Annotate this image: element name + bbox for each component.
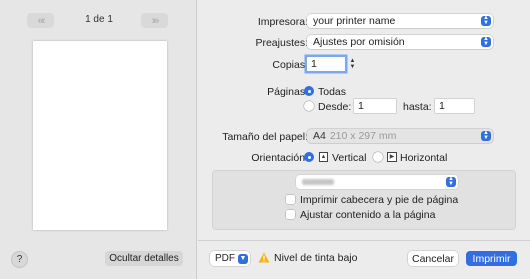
preview-pane: «‹ 1 de 1 ›» ? Ocultar detalles <box>0 0 197 279</box>
chevron-updown-icon: ▲ ▼ <box>446 176 456 187</box>
hide-details-button[interactable]: Ocultar detalles <box>105 251 183 266</box>
paper-size-select[interactable]: A4 210 x 297 mm ▲ ▼ <box>307 129 493 143</box>
pages-label: Páginas: <box>267 86 308 98</box>
printer-label: Impresora: <box>257 16 308 28</box>
printer-select[interactable]: your printer name ▲ ▼ <box>307 14 493 28</box>
help-icon: ? <box>16 254 23 265</box>
pages-to-label: hasta: <box>403 101 432 113</box>
orientation-horizontal-radio[interactable] <box>373 152 383 162</box>
page-indicator: 1 de 1 <box>85 14 113 25</box>
copies-stepper[interactable]: ▲ ▼ <box>348 57 357 71</box>
orientation-vertical-label: Vertical <box>332 152 367 164</box>
orientation-vertical-radio[interactable] <box>304 152 314 162</box>
portrait-icon: ▲ <box>319 152 328 162</box>
chevron-down-icon: ▼ <box>349 64 356 70</box>
page-preview <box>33 41 167 230</box>
copies-input[interactable]: 1 <box>307 57 345 71</box>
pages-from-input[interactable]: 1 <box>354 99 396 113</box>
settings-pane: Impresora: your printer name ▲ ▼ Preajust… <box>198 0 530 279</box>
paper-size-value: A4 <box>313 130 326 142</box>
copies-value: 1 <box>311 58 317 70</box>
bottom-bar: PDF ▼ Nivel de tinta bajo Cancelar Impri… <box>198 241 530 279</box>
header-footer-label: Imprimir cabecera y pie de página <box>300 194 459 206</box>
presets-select[interactable]: Ajustes por omisión ▲ ▼ <box>307 35 493 49</box>
orientation-horizontal-label: Horizontal <box>400 152 448 164</box>
pages-from-label: Desde: <box>318 101 352 113</box>
fit-content-label: Ajustar contenido a la página <box>300 209 436 221</box>
next-page-icon: ›» <box>151 14 160 27</box>
first-page-button[interactable]: «‹ <box>27 13 54 28</box>
ink-warning-text: Nivel de tinta bajo <box>274 252 358 264</box>
paper-size-label: Tamaño del papel: <box>222 131 308 143</box>
orientation-label: Orientación: <box>251 152 308 164</box>
chevron-down-icon: ▼ <box>238 253 248 264</box>
copies-label: Copias: <box>272 59 308 71</box>
paper-size-dims: 210 x 297 mm <box>329 130 397 142</box>
fit-content-checkbox[interactable] <box>286 210 295 219</box>
cancel-button[interactable]: Cancelar <box>408 251 458 266</box>
header-footer-checkbox[interactable] <box>286 195 295 204</box>
pages-to-value: 1 <box>439 100 445 112</box>
app-options-section: ▲ ▼ Imprimir cabecera y pie de página Aju… <box>212 170 516 230</box>
first-page-icon: «‹ <box>37 14 46 27</box>
next-page-button[interactable]: ›» <box>141 13 168 28</box>
warning-icon <box>258 252 270 263</box>
pages-from-value: 1 <box>358 100 364 112</box>
pages-to-input[interactable]: 1 <box>435 99 474 113</box>
app-options-select[interactable]: ▲ ▼ <box>296 175 458 189</box>
pages-range-radio[interactable] <box>304 101 314 111</box>
print-button[interactable]: Imprimir <box>466 251 517 266</box>
pages-all-radio[interactable] <box>304 86 314 96</box>
help-button[interactable]: ? <box>11 251 28 268</box>
pdf-menu-button[interactable]: PDF ▼ <box>210 251 250 266</box>
print-dialog: «‹ 1 de 1 ›» ? Ocultar detalles Impresor… <box>0 0 530 279</box>
presets-label: Preajustes: <box>255 37 308 49</box>
pages-all-label: Todas <box>318 86 347 98</box>
app-options-value-obscured <box>302 179 334 185</box>
landscape-icon: ▶ <box>387 152 397 162</box>
printer-value: your printer name <box>313 15 396 27</box>
chevron-updown-icon: ▲ ▼ <box>481 36 491 47</box>
pdf-label: PDF <box>215 253 235 264</box>
presets-value: Ajustes por omisión <box>313 36 405 48</box>
chevron-updown-icon: ▲ ▼ <box>481 15 491 26</box>
chevron-updown-icon: ▲ ▼ <box>481 130 491 141</box>
